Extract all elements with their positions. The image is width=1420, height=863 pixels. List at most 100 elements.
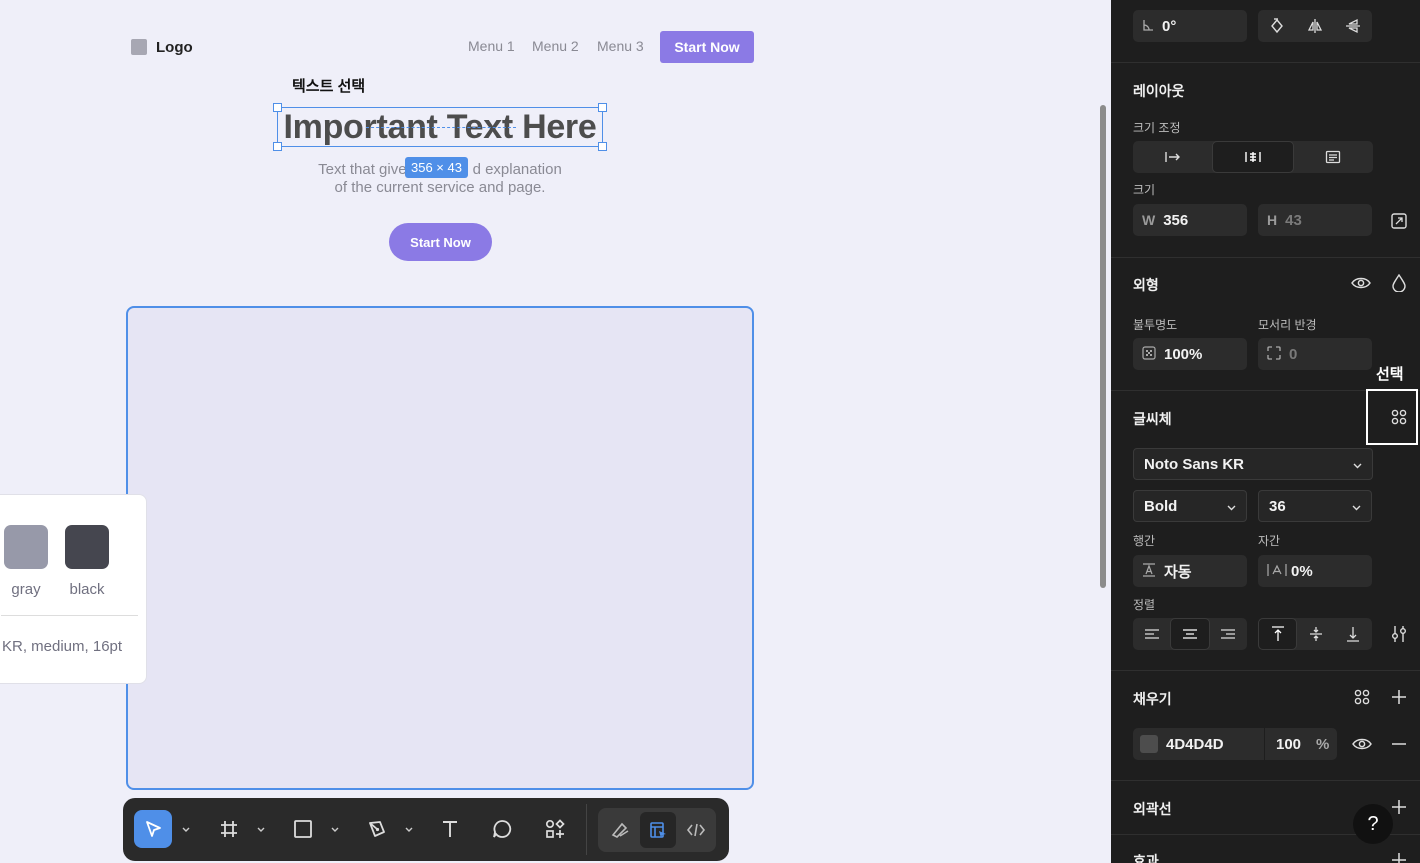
resize-to-fit-icon[interactable] (1387, 210, 1411, 232)
logo-text: Logo (156, 39, 193, 56)
canvas-scrollbar[interactable] (1100, 105, 1106, 588)
corner-radius-field[interactable]: 0 (1258, 338, 1372, 370)
align-top-icon[interactable] (1258, 618, 1298, 650)
align-left-icon[interactable] (1133, 618, 1170, 650)
corner-radius-value: 0 (1289, 345, 1298, 363)
text-tool-icon[interactable] (431, 810, 469, 848)
logo-mark (131, 39, 147, 55)
width-field[interactable]: W 356 (1133, 204, 1247, 236)
fill-swatch[interactable] (1140, 735, 1158, 753)
line-height-icon (1142, 562, 1156, 580)
nav-start-button[interactable]: Start Now (660, 31, 754, 63)
size-label: 크기 (1133, 183, 1156, 197)
layout-title: 레이아웃 (1133, 83, 1185, 99)
comment-tool-icon[interactable] (483, 810, 521, 848)
letter-spacing-icon (1267, 563, 1287, 580)
resize-label: 크기 조정 (1133, 121, 1181, 135)
dev-mode-icon[interactable] (678, 812, 714, 848)
transform-buttons (1258, 10, 1372, 42)
height-value: 43 (1285, 211, 1302, 229)
font-family-select[interactable]: Noto Sans KR (1133, 448, 1373, 480)
design-canvas[interactable]: Logo Menu 1 Menu 2 Menu 3 Start Now 텍스트 … (0, 0, 1111, 863)
selection-box[interactable] (277, 107, 603, 147)
hero-start-button[interactable]: Start Now (389, 223, 492, 261)
add-effect-plus-icon[interactable] (1387, 849, 1411, 863)
remove-fill-minus-icon[interactable] (1387, 733, 1411, 755)
visibility-eye-icon[interactable] (1349, 272, 1373, 294)
subtitle-line2: of the current service and page. (334, 179, 546, 196)
appearance-title: 외형 (1133, 277, 1159, 293)
add-fill-plus-icon[interactable] (1387, 686, 1411, 708)
swatch-black-label: black (69, 581, 105, 598)
rotation-field[interactable]: 0° (1133, 10, 1247, 42)
font-size-value: 36 (1269, 497, 1286, 515)
resize-handle-tr[interactable] (598, 103, 607, 112)
components-tool-icon[interactable] (536, 810, 574, 848)
flip-vertical-icon[interactable] (1334, 10, 1372, 42)
rectangle-tool-icon[interactable] (284, 810, 322, 848)
draw-mode-icon[interactable] (602, 812, 638, 848)
selected-frame[interactable] (126, 306, 754, 790)
shape-tool-chevron-icon[interactable] (330, 825, 340, 835)
height-field[interactable]: H 43 (1258, 204, 1372, 236)
nav-menu-1[interactable]: Menu 1 (468, 38, 515, 54)
resize-handle-tl[interactable] (273, 103, 282, 112)
divider (1111, 257, 1420, 258)
align-center-icon[interactable] (1170, 618, 1210, 650)
resize-handle-br[interactable] (598, 142, 607, 151)
vertical-align-segment (1258, 618, 1372, 650)
font-size-select[interactable]: 36 (1258, 490, 1372, 522)
align-right-icon[interactable] (1210, 618, 1247, 650)
fill-color-field[interactable]: 4D4D4D 100 % (1133, 728, 1337, 760)
line-height-field[interactable]: 자동 (1133, 555, 1247, 587)
swatch-gray[interactable] (4, 525, 48, 569)
dimension-badge: 356 × 43 (405, 157, 468, 178)
chevron-down-icon (1227, 498, 1236, 515)
opacity-field[interactable]: 100% (1133, 338, 1247, 370)
hug-width-icon[interactable] (1212, 141, 1294, 173)
letter-spacing-field[interactable]: 0% (1258, 555, 1372, 587)
font-family-value: Noto Sans KR (1144, 455, 1245, 473)
blend-mode-drop-icon[interactable] (1387, 272, 1411, 294)
frame-tool-chevron-icon[interactable] (256, 825, 266, 835)
selection-label: 텍스트 선택 (292, 78, 366, 95)
fixed-width-icon[interactable] (1133, 141, 1212, 173)
swatch-gray-label: gray (11, 581, 41, 598)
align-middle-icon[interactable] (1297, 618, 1334, 650)
fill-field-divider (1264, 728, 1265, 760)
opacity-icon (1142, 345, 1156, 363)
opacity-value: 100% (1164, 345, 1203, 363)
opacity-label: 불투명도 (1133, 318, 1178, 332)
nav-menu-3[interactable]: Menu 3 (597, 38, 644, 54)
pen-tool-chevron-icon[interactable] (404, 825, 414, 835)
nav-menu-2[interactable]: Menu 2 (532, 38, 579, 54)
highlight-box (1366, 389, 1418, 445)
auto-height-icon[interactable] (1294, 141, 1373, 173)
swatch-black[interactable] (65, 525, 109, 569)
divider (1111, 780, 1420, 781)
resize-mode-segment (1133, 141, 1373, 173)
select-tool-chevron-icon[interactable] (181, 825, 191, 835)
bottom-toolbar (123, 798, 729, 861)
corner-radius-icon (1267, 345, 1281, 363)
rotate-icon[interactable] (1258, 10, 1296, 42)
line-height-label: 행간 (1133, 534, 1156, 548)
design-mode-icon[interactable] (640, 812, 676, 848)
font-weight-select[interactable]: Bold (1133, 490, 1247, 522)
resize-handle-bl[interactable] (273, 142, 282, 151)
text-settings-sliders-icon[interactable] (1387, 623, 1411, 645)
select-tool-icon[interactable] (134, 810, 172, 848)
pen-tool-icon[interactable] (358, 810, 396, 848)
fill-styles-grid-icon[interactable] (1350, 686, 1374, 708)
help-button[interactable]: ? (1353, 804, 1393, 844)
align-bottom-icon[interactable] (1335, 618, 1372, 650)
subtitle-line1-left: Text that give (318, 161, 407, 178)
frame-tool-icon[interactable] (210, 810, 248, 848)
rotation-value: 0° (1162, 17, 1177, 35)
width-value: 356 (1163, 211, 1189, 229)
style-guide-card: gray black KR, medium, 16pt (0, 494, 147, 684)
subtitle-line1-right: d explanation (472, 161, 562, 178)
fill-visibility-eye-icon[interactable] (1350, 733, 1374, 755)
flip-horizontal-icon[interactable] (1296, 10, 1334, 42)
typography-title: 글씨체 (1133, 411, 1172, 427)
